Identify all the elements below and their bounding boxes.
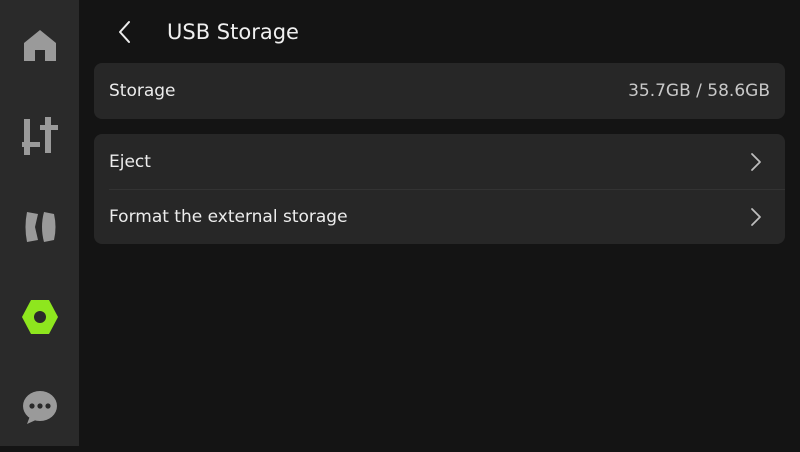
nav-messages[interactable] [0,362,79,452]
header: USB Storage [79,0,800,62]
nav-filament[interactable] [0,182,79,272]
storage-label: Storage [109,80,176,101]
back-button[interactable] [109,16,139,48]
chat-icon [22,391,57,424]
sidebar [0,0,79,446]
settings-icon [21,300,58,334]
nav-home[interactable] [0,0,79,90]
nav-settings[interactable] [0,272,79,362]
eject-label: Eject [109,151,151,172]
sliders-icon [21,117,58,155]
home-icon [23,30,56,61]
format-storage-label: Format the external storage [109,206,348,227]
chevron-left-icon [119,21,130,43]
nav-controls[interactable] [0,91,79,181]
storage-value: 35.7GB / 58.6GB [628,80,770,101]
main-content: USB Storage Storage 35.7GB / 58.6GB Ejec… [79,0,800,446]
chevron-right-icon [751,153,761,171]
actions-card: Eject Format the external storage [94,134,785,244]
format-storage-row[interactable]: Format the external storage [94,189,785,244]
eject-row[interactable]: Eject [94,134,785,189]
chevron-right-icon [751,208,761,226]
storage-row: Storage 35.7GB / 58.6GB [94,63,785,118]
filament-icon [25,212,55,242]
storage-card: Storage 35.7GB / 58.6GB [94,63,785,119]
page-title: USB Storage [167,20,299,44]
